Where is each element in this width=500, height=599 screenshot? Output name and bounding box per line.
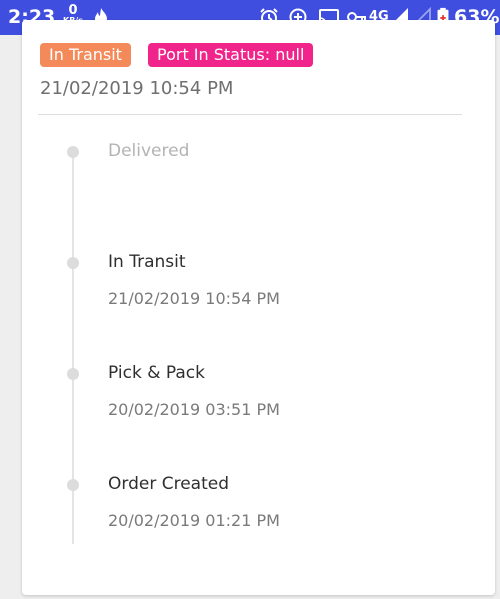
timeline-dot-order-created bbox=[67, 479, 79, 491]
divider bbox=[38, 114, 462, 115]
status-badge-in-transit: In Transit bbox=[40, 43, 131, 67]
timeline-step-title: Delivered bbox=[108, 141, 190, 161]
timeline-step-date: 20/02/2019 01:21 PM bbox=[108, 511, 280, 530]
timeline-dot-in-transit bbox=[67, 257, 79, 269]
status-badge-port-in: Port In Status: null bbox=[148, 43, 314, 67]
last-updated-date: 21/02/2019 10:54 PM bbox=[40, 78, 234, 99]
timeline-step-date: 20/02/2019 03:51 PM bbox=[108, 400, 280, 419]
timeline-step-date: 21/02/2019 10:54 PM bbox=[108, 289, 280, 308]
timeline-step-title: Order Created bbox=[108, 474, 229, 494]
timeline-step-title: In Transit bbox=[108, 252, 186, 272]
timeline-dot-pick-pack bbox=[67, 368, 79, 380]
timeline-step-title: Pick & Pack bbox=[108, 363, 205, 383]
timeline-dot-delivered bbox=[67, 146, 79, 158]
